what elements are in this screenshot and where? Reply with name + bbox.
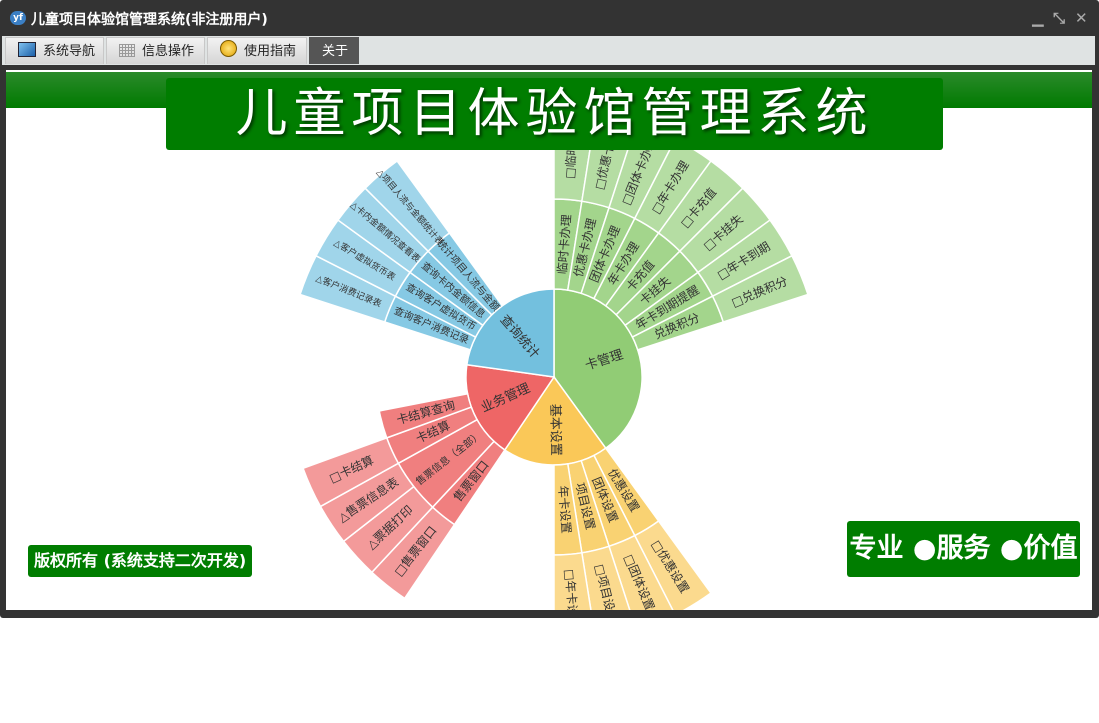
tab-info-ops[interactable]: 信息操作 xyxy=(106,37,205,64)
sunburst-label: 基本设置 xyxy=(547,404,563,456)
tab-user-guide[interactable]: 使用指南 xyxy=(207,37,307,64)
tab-bar: 系统导航 信息操作 使用指南 关于 xyxy=(2,36,1095,65)
tab-label: 信息操作 xyxy=(142,44,195,59)
restore-icon[interactable]: ⤡ xyxy=(1053,9,1065,27)
system-banner-title: 儿童项目体验馆管理系统 xyxy=(166,78,943,150)
tab-label: 系统导航 xyxy=(43,44,96,59)
minimize-icon[interactable]: ▁ xyxy=(1032,9,1044,27)
title-bar: yf 儿童项目体验馆管理系统(非注册用户) ▁ ⤡ ✕ xyxy=(0,0,1099,35)
grid-icon xyxy=(119,44,135,57)
help-icon xyxy=(220,40,237,57)
copyright-label: 版权所有 (系统支持二次开发) xyxy=(28,545,253,577)
app-window: yf 儿童项目体验馆管理系统(非注册用户) ▁ ⤡ ✕ 系统导航 信息操作 使用… xyxy=(0,0,1099,618)
close-icon[interactable]: ✕ xyxy=(1075,9,1088,27)
about-panel: 临时卡办理 □临时卡 优惠卡办理 □优惠卡办 团体卡办理 □团体卡办理 年卡办理 □年卡办理卡… xyxy=(6,70,1092,610)
tab-label: 关于 xyxy=(322,44,349,59)
window-title: 儿童项目体验馆管理系统(非注册用户) xyxy=(31,12,268,28)
app-logo-icon: yf xyxy=(10,11,26,25)
monitor-icon xyxy=(18,42,36,57)
slogan-label: 专业 ●服务 ●价值 xyxy=(847,521,1080,577)
tab-label: 使用指南 xyxy=(244,44,297,59)
tab-about[interactable]: 关于 xyxy=(309,37,359,64)
tab-system-nav[interactable]: 系统导航 xyxy=(5,37,104,64)
